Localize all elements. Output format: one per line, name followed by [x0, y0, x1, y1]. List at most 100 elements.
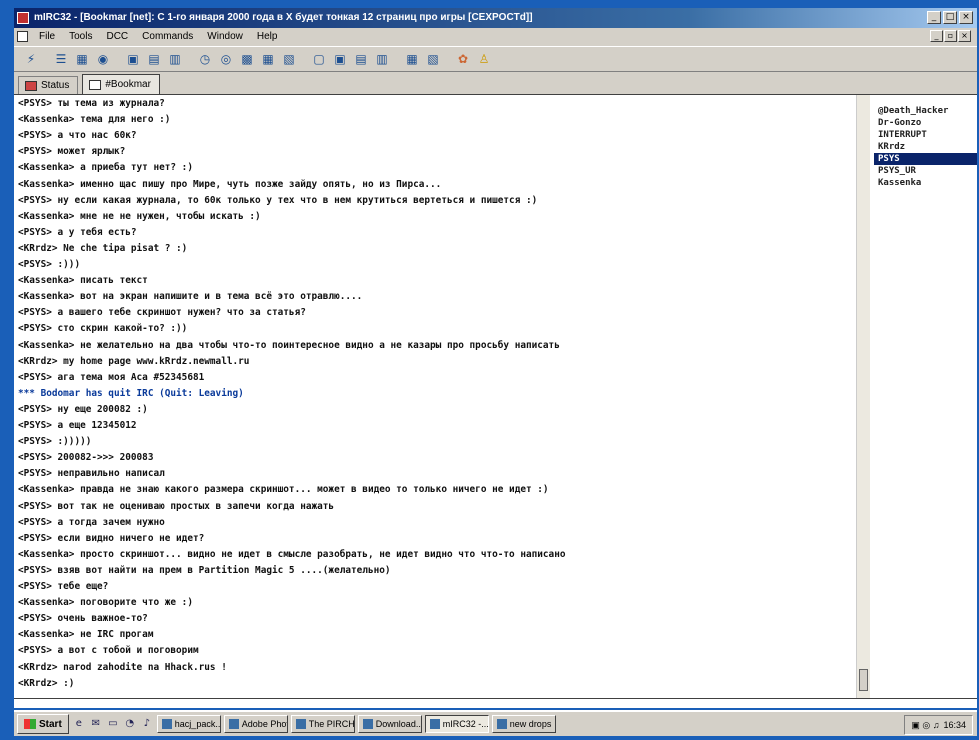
close-button[interactable]: × [959, 11, 973, 24]
task-app-icon [295, 719, 306, 729]
status-window-icon [25, 80, 37, 91]
chat-line: <Kassenka> писать текст [18, 275, 148, 287]
channel-window: <PSYS> ты тема из журнала? <Kassenka> тем… [14, 94, 977, 699]
chat-line: <Kassenka> поговорите что же :) [18, 597, 193, 609]
dcc-send-icon[interactable]: ▣ [124, 50, 142, 68]
ie-icon[interactable]: e [72, 717, 86, 731]
taskbar-button[interactable]: Download... [357, 715, 422, 733]
chat-line: <PSYS> а у тебя есть? [18, 226, 137, 238]
timer-icon[interactable]: ◷ [196, 50, 214, 68]
arrange-icon[interactable]: ▦ [403, 50, 421, 68]
help-icon[interactable]: ▧ [424, 50, 442, 68]
windows-logo-icon [24, 719, 36, 729]
tab-channel-bookmar[interactable]: #Bookmar [82, 74, 160, 94]
mdi-window-icon[interactable] [17, 31, 28, 42]
tab-label: Status [41, 80, 70, 91]
channels-icon[interactable]: ▦ [73, 50, 91, 68]
chat-line: <PSYS> а вот с тобой и поговорим [18, 645, 199, 657]
cascade-icon[interactable]: ▥ [373, 50, 391, 68]
finger-icon[interactable]: ▣ [331, 50, 349, 68]
task-label: new drops [509, 719, 552, 729]
chat-line: <Kassenka> именно щас пишу про Мире, чут… [18, 178, 442, 190]
notify-icon[interactable]: ▦ [259, 50, 277, 68]
chat-line: <PSYS> 200082->>> 200083 [18, 452, 154, 464]
title-bar[interactable]: mIRC32 - [Bookmar [net]: С 1-го января 2… [14, 8, 977, 28]
task-label: The PIRCH... [308, 719, 355, 729]
chat-line: <PSYS> ну еще 200082 :) [18, 403, 148, 415]
chat-line: <Kassenka> просто скриншот... видно не и… [18, 548, 566, 560]
address-book-icon[interactable]: ◉ [94, 50, 112, 68]
dcc-chat-icon[interactable]: ▤ [145, 50, 163, 68]
chat-line: <PSYS> а что нас 60к? [18, 130, 137, 142]
switchbar: Status #Bookmar [14, 72, 977, 94]
chat-line: *** Bodomar has quit IRC (Quit: Leaving) [18, 387, 244, 399]
chat-line: <Kassenka> правда не знаю какого размера… [18, 484, 549, 496]
urls-icon[interactable]: ▧ [280, 50, 298, 68]
chat-line: <PSYS> а вашего тебе скриншот нужен? что… [18, 307, 306, 319]
chat-line: <PSYS> вот так не оцениваю простых в зап… [18, 500, 335, 512]
connect-icon[interactable]: ⚡ [22, 50, 40, 68]
nick-item[interactable]: PSYS [874, 153, 977, 165]
chat-line: <KRrdz> :) [18, 677, 75, 689]
taskbar-button[interactable]: The PIRCH... [290, 715, 355, 733]
task-label: Download... [375, 719, 422, 729]
nick-item[interactable]: KRrdz [874, 141, 977, 153]
menu-help[interactable]: Help [250, 28, 285, 46]
start-button[interactable]: Start [17, 714, 69, 734]
start-label: Start [39, 718, 62, 730]
menu-commands[interactable]: Commands [135, 28, 200, 46]
desktop-icon[interactable]: ▭ [106, 717, 120, 731]
taskbar-button[interactable]: mIRC32 -... [424, 715, 489, 733]
about-icon[interactable]: ✿ [454, 50, 472, 68]
minimize-button[interactable]: _ [927, 11, 941, 24]
chat-scrollbar[interactable] [856, 95, 870, 699]
chat-line: <Kassenka> мне не не нужен, чтобы искать… [18, 210, 261, 222]
chat-line: <PSYS> тебе еще? [18, 581, 109, 592]
chat-line: <PSYS> неправильно написал [18, 468, 165, 480]
menu-dcc[interactable]: DCC [99, 28, 135, 46]
scrollbar-thumb[interactable] [859, 669, 868, 691]
maximize-button[interactable]: □ [943, 11, 957, 24]
mdi-minimize-button[interactable]: _ [930, 30, 943, 42]
log-icon[interactable]: ▩ [238, 50, 256, 68]
outlook-icon[interactable]: ✉ [89, 717, 103, 731]
mirc-logo-icon[interactable]: ♙ [475, 50, 493, 68]
nick-item[interactable]: PSYS_UR [874, 165, 977, 177]
tab-label: #Bookmar [105, 79, 151, 90]
chat-line: <PSYS> а еще 12345012 [18, 420, 137, 431]
tab-status[interactable]: Status [18, 76, 79, 94]
chat-line: <KRrdz> my home page www.kRrdz.newmall.r… [18, 355, 250, 367]
menu-file[interactable]: File [32, 28, 62, 46]
chat-line: <Kassenka> не желательно на два чтобы чт… [18, 339, 560, 351]
mirc-app-icon[interactable] [17, 12, 29, 24]
nick-item[interactable]: @Death_Hacker [874, 105, 977, 117]
chat-line: <PSYS> взяв вот найти на прем в Partitio… [18, 564, 391, 576]
chat-log[interactable]: <PSYS> ты тема из журнала? <Kassenka> тем… [14, 95, 857, 699]
colors-icon[interactable]: ◎ [217, 50, 235, 68]
nick-item[interactable]: Dr-Gonzo [874, 117, 977, 129]
options-icon[interactable]: ☰ [52, 50, 70, 68]
tray-icons[interactable]: ▣ ◎ ♫ [911, 716, 939, 734]
task-app-icon [161, 719, 172, 729]
task-app-icon [362, 719, 373, 729]
mdi-restore-button[interactable]: ▫ [944, 30, 957, 42]
taskbar-button[interactable]: Adobe Phot... [223, 715, 288, 733]
media-icon[interactable]: ♪ [140, 717, 154, 731]
menu-window[interactable]: Window [200, 28, 250, 46]
nick-list[interactable]: @Death_Hacker Dr-Gonzo INTERRUPT KRrdz PSYS P… [870, 95, 977, 699]
mirc-window: mIRC32 - [Bookmar [net]: С 1-го января 2… [14, 8, 977, 726]
chat-line: <PSYS> ага тема моя Аса #52345681 [18, 371, 205, 383]
nick-item[interactable]: Kassenka [874, 177, 977, 189]
window-title: mIRC32 - [Bookmar [net]: С 1-го января 2… [34, 12, 533, 23]
tile-icon[interactable]: ▤ [352, 50, 370, 68]
menu-tools[interactable]: Tools [62, 28, 99, 46]
ident-icon[interactable]: ▢ [310, 50, 328, 68]
taskbar-button[interactable]: new drops [491, 715, 556, 733]
channel-icon[interactable]: ◔ [123, 717, 137, 731]
scripts-icon[interactable]: ▥ [166, 50, 184, 68]
mdi-close-button[interactable]: × [958, 30, 971, 42]
taskbar-button[interactable]: hacj_pack... [156, 715, 221, 733]
task-app-icon [228, 719, 239, 729]
nick-item[interactable]: INTERRUPT [874, 129, 977, 141]
task-label: mIRC32 -... [442, 719, 489, 729]
